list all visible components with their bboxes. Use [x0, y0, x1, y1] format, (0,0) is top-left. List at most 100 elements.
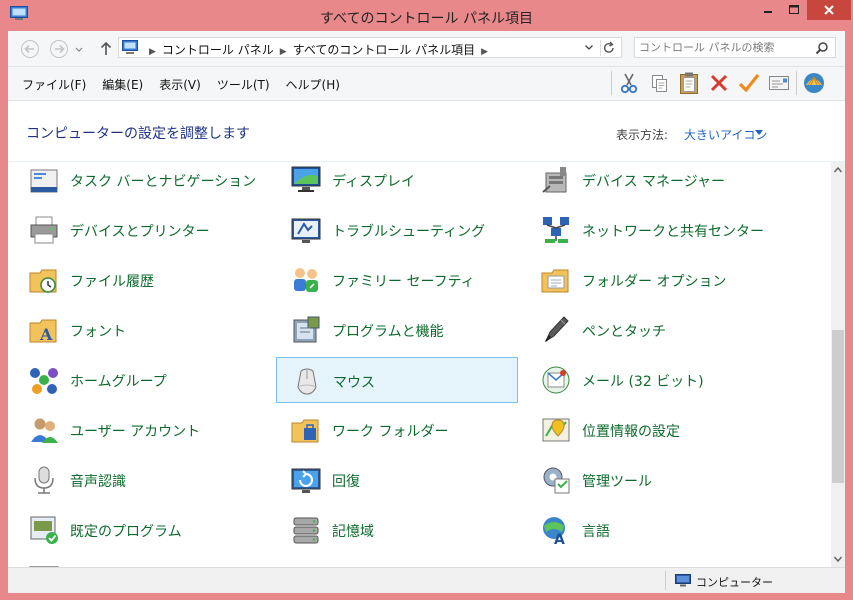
- control-panel-item[interactable]: ネットワークと共有センター: [526, 207, 768, 253]
- control-panel-item-label: ホームグループ: [70, 374, 167, 390]
- breadcrumb-chevron-icon[interactable]: ▶: [280, 47, 287, 57]
- search-input[interactable]: [639, 40, 809, 55]
- control-panel-item[interactable]: 管理ツール: [526, 457, 768, 503]
- vertical-scrollbar[interactable]: [831, 162, 845, 567]
- control-panel-item[interactable]: ホームグループ: [14, 357, 256, 403]
- control-panel-item-label: マウス: [333, 375, 375, 391]
- control-panel-item[interactable]: 音声認識: [14, 457, 256, 503]
- control-panel-item[interactable]: 位置情報の設定: [526, 407, 768, 453]
- control-panel-icon: [122, 40, 138, 54]
- view-by-label: 表示方法:: [616, 128, 669, 142]
- cut-icon: [620, 73, 638, 94]
- language-icon: A: [543, 517, 565, 546]
- menu-bar: ファイル(F) 編集(E) 表示(V) ツール(T) ヘルプ(H): [8, 67, 845, 101]
- control-panel-item[interactable]: 回復: [276, 457, 518, 503]
- printer-icon: [30, 216, 58, 244]
- search-icon[interactable]: [815, 41, 829, 55]
- mail-icon: [542, 366, 570, 394]
- folder-options-icon: [541, 269, 569, 293]
- control-panel-window: すべてのコントロール パネル項目 ▶ コントロール パネル ▶ すべてのコントロ…: [0, 0, 853, 600]
- copy-button[interactable]: [644, 69, 674, 97]
- menu-file[interactable]: ファイル(F): [22, 76, 86, 93]
- forward-button[interactable]: [49, 39, 69, 59]
- menu-tools[interactable]: ツール(T): [217, 76, 270, 93]
- fonts-icon: A: [29, 319, 57, 344]
- breadcrumb-chevron-icon[interactable]: ▶: [481, 47, 488, 57]
- menu-edit[interactable]: 編集(E): [102, 76, 143, 93]
- pen-icon: [544, 316, 569, 343]
- menu-help[interactable]: ヘルプ(H): [286, 76, 340, 93]
- close-button[interactable]: [807, 0, 851, 20]
- up-button[interactable]: [96, 39, 116, 59]
- back-button[interactable]: [20, 39, 40, 59]
- paste-button[interactable]: [674, 69, 704, 97]
- control-panel-item[interactable]: フォルダー オプション: [526, 257, 768, 303]
- breadcrumb-all-items[interactable]: すべてのコントロール パネル項目: [293, 43, 476, 57]
- shell-icon: [804, 73, 824, 93]
- toolbar-separator: [796, 71, 797, 95]
- control-panel-item[interactable]: 資格情報マネージャー: [276, 557, 518, 567]
- control-panel-item[interactable]: プログラムと機能: [276, 307, 518, 353]
- control-panel-item[interactable]: メール (32 ビット): [526, 357, 768, 403]
- control-panel-item[interactable]: 個人設定: [14, 557, 256, 567]
- breadcrumb-control-panel[interactable]: コントロール パネル: [162, 43, 274, 57]
- control-panel-item[interactable]: A 言語: [526, 507, 768, 553]
- properties-button[interactable]: [764, 69, 794, 97]
- maximize-button[interactable]: [781, 0, 807, 20]
- control-panel-item[interactable]: ファミリー セーフティ: [276, 257, 518, 303]
- control-panel-item[interactable]: タスク バーとナビゲーション: [14, 162, 256, 203]
- control-panel-item[interactable]: デバイスとプリンター: [14, 207, 256, 253]
- refresh-icon[interactable]: [600, 40, 617, 56]
- scroll-up-icon[interactable]: [831, 162, 845, 178]
- page-title: コンピューターの設定を調整します: [26, 126, 250, 142]
- checkmark-button[interactable]: [734, 69, 764, 97]
- address-bar[interactable]: ▶ コントロール パネル ▶ すべてのコントロール パネル項目 ▶: [118, 37, 622, 58]
- computer-icon: [675, 574, 691, 587]
- troubleshoot-icon: [291, 218, 321, 243]
- cut-button[interactable]: [614, 69, 644, 97]
- control-panel-item[interactable]: ワーク フォルダー: [276, 407, 518, 453]
- control-panel-item-label: ファイル履歴: [70, 274, 154, 290]
- navigation-bar: ▶ コントロール パネル ▶ すべてのコントロール パネル項目 ▶: [8, 31, 845, 67]
- control-panel-item-label: タスク バーとナビゲーション: [70, 174, 257, 190]
- programs-icon: [293, 316, 320, 343]
- search-box[interactable]: [634, 37, 836, 58]
- control-panel-item-label: デバイスとプリンター: [70, 224, 210, 240]
- control-panel-item[interactable]: ファイル履歴: [14, 257, 256, 303]
- control-panel-item[interactable]: ユーザー アカウント: [14, 407, 256, 453]
- control-panel-item[interactable]: 自動再生: [526, 557, 768, 567]
- control-panel-item-label: メール (32 ビット): [582, 374, 704, 390]
- scroll-down-icon[interactable]: [831, 551, 845, 567]
- network-icon: [543, 217, 569, 243]
- control-panel-item[interactable]: デバイス マネージャー: [526, 162, 768, 203]
- paste-icon: [680, 72, 698, 94]
- control-panel-item-label: ディスプレイ: [332, 174, 416, 190]
- toolbar: [609, 69, 829, 97]
- control-panel-item[interactable]: トラブルシューティング: [276, 207, 518, 253]
- storage-icon: [293, 517, 319, 544]
- control-panel-item-label: 位置情報の設定: [582, 424, 680, 440]
- recent-pages-icon[interactable]: [74, 39, 84, 59]
- menu-view[interactable]: 表示(V): [159, 76, 201, 93]
- address-dropdown-icon[interactable]: [583, 41, 595, 53]
- delete-button[interactable]: [704, 69, 734, 97]
- control-panel-item[interactable]: マウス: [276, 357, 518, 403]
- control-panel-item[interactable]: ペンとタッチ: [526, 307, 768, 353]
- properties-icon: [769, 76, 789, 90]
- window-client: ▶ コントロール パネル ▶ すべてのコントロール パネル項目 ▶ コントロール…: [8, 31, 845, 593]
- control-panel-item[interactable]: ディスプレイ: [276, 162, 518, 203]
- microphone-icon: [34, 466, 54, 494]
- control-panel-item[interactable]: A フォント: [14, 307, 256, 353]
- control-panel-item[interactable]: 既定のプログラム: [14, 507, 256, 553]
- shell-button[interactable]: [799, 69, 829, 97]
- homegroup-icon: [30, 368, 58, 394]
- control-panel-item[interactable]: 記憶域: [276, 507, 518, 553]
- minimize-button[interactable]: [755, 0, 781, 20]
- view-by-caret-icon[interactable]: [755, 130, 763, 135]
- control-panel-item-label: 音声認識: [70, 474, 126, 490]
- scroll-thumb[interactable]: [832, 330, 844, 483]
- minimize-icon: [764, 11, 772, 13]
- title-bar[interactable]: すべてのコントロール パネル項目: [0, 0, 853, 32]
- copy-icon: [652, 75, 667, 92]
- control-panel-item-label: 既定のプログラム: [70, 524, 182, 540]
